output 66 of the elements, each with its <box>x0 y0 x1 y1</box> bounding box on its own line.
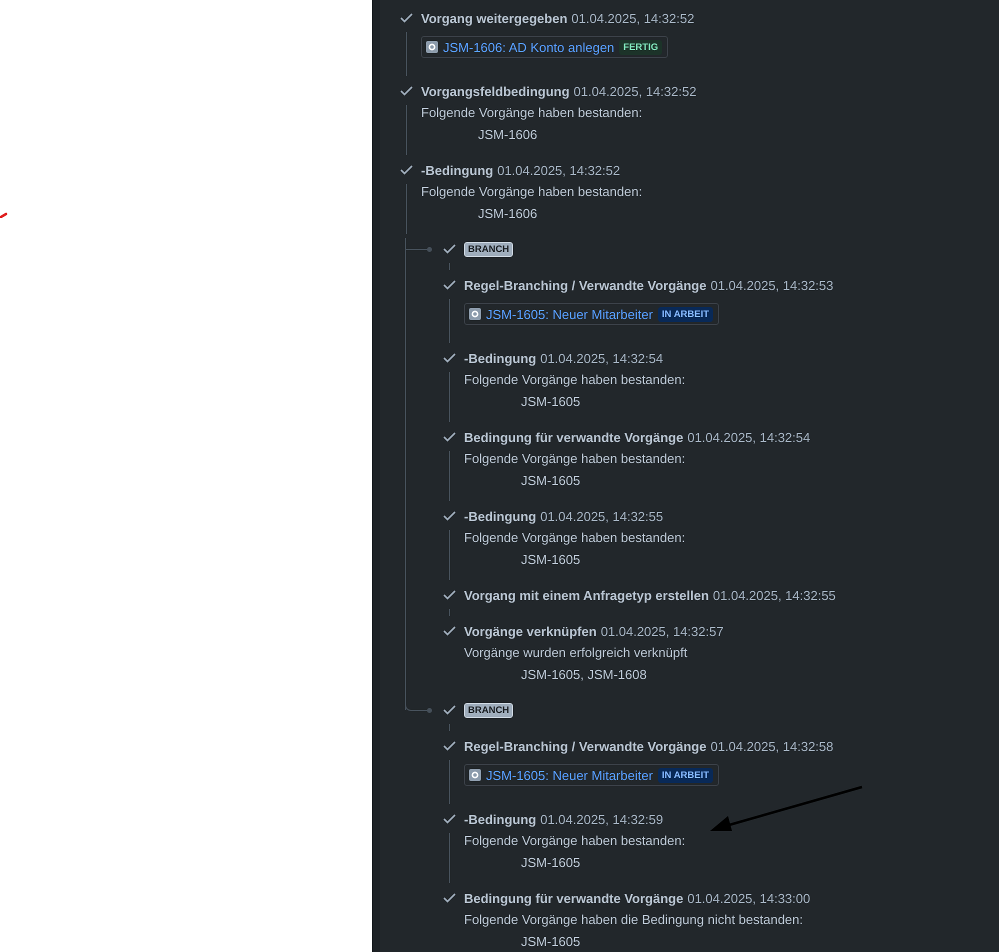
checkmark-icon <box>442 705 456 715</box>
entry-title: -Bedingung <box>464 812 536 826</box>
entry-title: Regel-Branching / Verwandte Vorgänge <box>464 278 706 292</box>
entry-message: Folgende Vorgänge haben bestanden: <box>421 183 644 201</box>
entry-time: 01.04.2025, 14:32:55 <box>712 588 836 602</box>
entry-time: 01.04.2025, 14:32:52 <box>497 162 620 178</box>
entry-title: Bedingung für verwandte Vorgänge <box>464 430 684 444</box>
checkmark-icon <box>400 86 413 96</box>
entry-message: Vorgänge wurden erfolgreich verknüpft <box>464 644 688 662</box>
entry-time: 01.04.2025, 14:32:59 <box>540 812 664 826</box>
branch-badge: BRANCH <box>464 702 514 718</box>
entry-time: 01.04.2025, 14:32:52 <box>574 84 696 98</box>
entry-time: 01.04.2025, 14:32:54 <box>540 350 664 366</box>
issue-keys: JSM-1605 <box>464 852 999 874</box>
issue-keys: JSM-1605 <box>464 931 999 952</box>
checkmark-icon <box>442 353 456 363</box>
entry-time: 01.04.2025, 14:32:58 <box>710 738 834 754</box>
entry-time: 01.04.2025, 14:32:55 <box>540 508 664 524</box>
checkmark-icon <box>442 432 456 442</box>
entry-message: Folgende Vorgänge haben die Bedingung nicht bestanden: <box>464 911 804 929</box>
status-lozenge: IN ARBEIT <box>658 768 714 782</box>
entry-time: 01.04.2025, 14:32:54 <box>687 430 810 444</box>
issue-keys: JSM-1605 <box>464 549 999 571</box>
entry-message: Folgende Vorgänge haben bestanden: <box>464 529 686 547</box>
checkmark-icon <box>442 244 456 254</box>
entry-title: Vorgang weitergegeben <box>421 10 568 26</box>
entry-title: Vorgangsfeldbedingung <box>421 84 570 98</box>
entry-title: -Bedingung <box>464 350 536 366</box>
entry-title: Regel-Branching / Verwandte Vorgänge <box>464 738 706 754</box>
checkmark-icon <box>400 13 413 23</box>
checkmark-icon <box>442 626 456 636</box>
entry-message: Folgende Vorgänge haben bestanden: <box>421 104 644 122</box>
branch-badge: BRANCH <box>464 242 514 256</box>
entry-time: 01.04.2025, 14:32:57 <box>600 624 724 638</box>
issue-type-icon <box>469 769 481 781</box>
issue-card[interactable]: JSM-1605: Neuer Mitarbeiter IN ARBEIT <box>464 764 720 786</box>
issue-keys: JSM-1605, JSM-1608 <box>464 664 999 686</box>
issue-type-icon <box>426 41 438 53</box>
entry-title: -Bedingung <box>464 508 536 524</box>
issue-type-icon <box>469 308 481 320</box>
entry-time: 01.04.2025, 14:33:00 <box>687 890 810 906</box>
entry-title: -Bedingung <box>421 162 494 178</box>
entry-title: Vorgänge verknüpfen <box>464 624 597 638</box>
entry-title: Bedingung für verwandte Vorgänge <box>464 890 684 906</box>
entry-message: Folgende Vorgänge haben bestanden: <box>464 371 686 389</box>
entry-message: Folgende Vorgänge haben bestanden: <box>464 450 686 468</box>
issue-card[interactable]: JSM-1606: AD Konto anlegen FERTIG <box>421 36 668 58</box>
checkmark-icon <box>442 511 456 521</box>
issue-keys: JSM-1606 <box>421 124 999 146</box>
checkmark-icon <box>400 165 413 175</box>
issue-keys: JSM-1605 <box>464 391 999 413</box>
entry-title: Vorgang mit einem Anfragetyp erstellen <box>464 588 709 602</box>
status-lozenge: FERTIG <box>619 40 662 54</box>
status-lozenge: IN ARBEIT <box>658 306 714 322</box>
checkmark-icon <box>442 814 456 824</box>
scribble-mark <box>0 212 8 218</box>
checkmark-icon <box>442 590 456 600</box>
issue-keys: JSM-1605 <box>464 470 999 492</box>
issue-keys: JSM-1606 <box>421 203 999 225</box>
entry-time: 01.04.2025, 14:32:52 <box>571 10 694 26</box>
entry-message: Folgende Vorgänge haben bestanden: <box>464 832 686 850</box>
entry-time: 01.04.2025, 14:32:53 <box>710 278 834 292</box>
issue-card[interactable]: JSM-1605: Neuer Mitarbeiter IN ARBEIT <box>464 303 720 325</box>
checkmark-icon <box>442 741 456 751</box>
checkmark-icon <box>442 893 456 903</box>
checkmark-icon <box>442 280 456 290</box>
